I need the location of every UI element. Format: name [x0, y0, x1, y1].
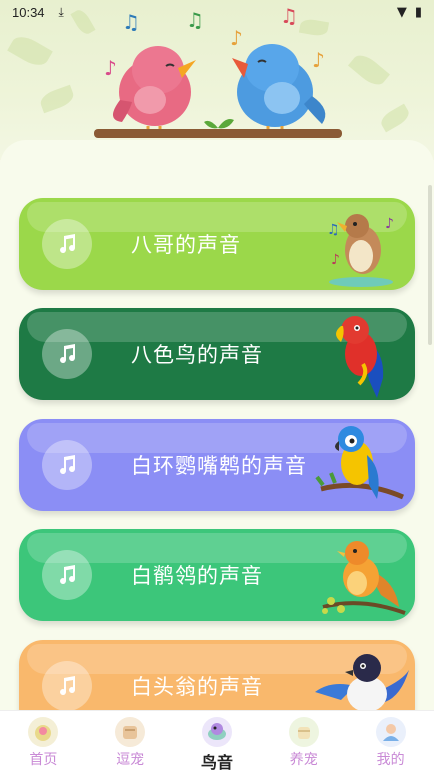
status-bar: 10:34 ⤓ ▼ ▮: [0, 0, 434, 24]
card-label: 白头翁的声音: [131, 675, 263, 699]
profile-icon: [375, 717, 406, 747]
bird-sound-card[interactable]: 八色鸟的声音: [19, 308, 415, 400]
pet-play-icon: [115, 717, 146, 747]
branch: [94, 129, 342, 138]
wagtail-bird-image: [322, 541, 406, 615]
music-note-icon[interactable]: [42, 219, 92, 269]
nav-item-pet-care[interactable]: 养宠: [260, 711, 347, 773]
bird-sound-card[interactable]: 八哥的声音 ♫ ♪ ♪: [19, 198, 415, 290]
myna-bird-image: ♫ ♪ ♪: [327, 214, 394, 287]
home-icon: [28, 717, 59, 747]
svg-text:♪: ♪: [385, 216, 394, 232]
bird-sound-card[interactable]: 白环鹦嘴鹎的声音: [19, 419, 415, 511]
bird-sound-icon: [201, 717, 232, 747]
status-time: 10:34: [12, 4, 45, 20]
nav-label: 首页: [29, 752, 58, 768]
nav-item-profile[interactable]: 我的: [347, 711, 434, 773]
bird-sound-card[interactable]: 白鹡鸰的声音: [19, 529, 415, 621]
nav-item-home[interactable]: 首页: [0, 711, 87, 773]
nav-item-pet-play[interactable]: 逗宠: [87, 711, 174, 773]
card-label: 八色鸟的声音: [131, 343, 263, 367]
music-note-icon[interactable]: [42, 440, 92, 490]
bottom-nav: 首页 逗宠 鸟音 养宠 我的: [0, 710, 434, 773]
svg-text:♪: ♪: [331, 252, 340, 268]
svg-text:♫: ♫: [327, 222, 340, 238]
header-banner: 10:34 ⤓ ▼ ▮ ♫ ♫ ♪ ♫ ♪ ♪: [0, 0, 434, 160]
nav-label: 养宠: [289, 752, 318, 768]
card-label: 白鹡鸰的声音: [131, 564, 263, 588]
parrot-bird-image: [315, 426, 404, 500]
battery-icon: ▮: [414, 4, 422, 20]
nav-item-bird-sound[interactable]: 鸟音: [174, 711, 261, 773]
music-note-icon[interactable]: [42, 329, 92, 379]
nav-label: 逗宠: [116, 752, 145, 768]
scrollbar[interactable]: [428, 185, 432, 345]
download-icon: ⤓: [58, 4, 64, 19]
card-label: 八哥的声音: [131, 233, 241, 257]
wifi-icon: ▼: [396, 4, 407, 20]
music-note-icon[interactable]: [42, 550, 92, 600]
music-note-icon[interactable]: [42, 661, 92, 711]
pet-care-icon: [288, 717, 319, 747]
singing-birds-illustration: [112, 44, 326, 136]
nav-label: 我的: [376, 752, 405, 768]
pitta-bird-image: [336, 316, 384, 398]
nav-label: 鸟音: [200, 753, 233, 772]
card-label: 白环鹦嘴鹎的声音: [131, 454, 307, 478]
